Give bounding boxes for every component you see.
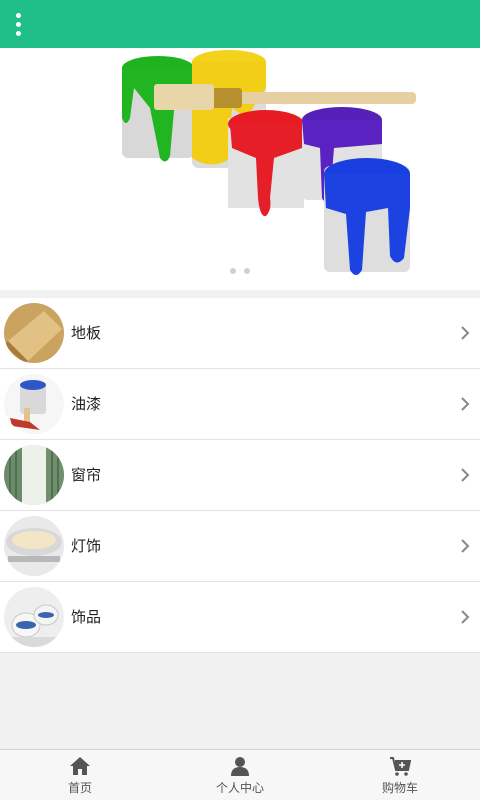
- lamp-thumbnail: [4, 516, 64, 576]
- carousel-dot-1[interactable]: [230, 268, 236, 274]
- list-item-label: 油漆: [71, 395, 102, 413]
- top-bar: [0, 0, 480, 48]
- chevron-right-icon: [461, 397, 470, 411]
- floor-thumbnail: [4, 303, 64, 363]
- carousel-dot-2[interactable]: [244, 268, 250, 274]
- list-item-label: 窗帘: [71, 466, 102, 484]
- tab-profile[interactable]: 个人中心: [160, 750, 320, 800]
- tab-label: 购物车: [381, 781, 418, 795]
- carousel-dots: [0, 268, 480, 274]
- chevron-right-icon: [461, 326, 470, 340]
- paint-thumbnail: [4, 374, 64, 434]
- tab-label: 个人中心: [215, 781, 264, 795]
- list-item-label: 灯饰: [71, 537, 102, 555]
- bottom-tab-bar: 首页 个人中心 购物车: [0, 749, 480, 800]
- list-item-label: 饰品: [71, 608, 102, 626]
- tab-label: 首页: [67, 781, 92, 795]
- list-item-label: 地板: [71, 324, 102, 342]
- banner-carousel[interactable]: [0, 48, 480, 290]
- list-item-lamp[interactable]: 灯饰: [0, 511, 480, 582]
- home-icon: [70, 757, 90, 775]
- list-item-ornament[interactable]: 饰品: [0, 582, 480, 653]
- list-item-floor[interactable]: 地板: [0, 298, 480, 369]
- chevron-right-icon: [461, 610, 470, 624]
- cart-icon: [390, 757, 411, 776]
- chevron-right-icon: [461, 539, 470, 553]
- list-item-paint[interactable]: 油漆: [0, 369, 480, 440]
- category-list: 地板 油漆 窗帘 灯饰 饰品: [0, 298, 480, 653]
- list-item-curtain[interactable]: 窗帘: [0, 440, 480, 511]
- tab-cart[interactable]: 购物车: [320, 750, 480, 800]
- ornament-thumbnail: [4, 587, 64, 647]
- banner-image: [122, 50, 416, 275]
- chevron-right-icon: [461, 468, 470, 482]
- tab-home[interactable]: 首页: [0, 750, 160, 800]
- more-vertical-icon[interactable]: [6, 8, 30, 40]
- user-icon: [231, 757, 249, 776]
- curtain-thumbnail: [4, 445, 64, 505]
